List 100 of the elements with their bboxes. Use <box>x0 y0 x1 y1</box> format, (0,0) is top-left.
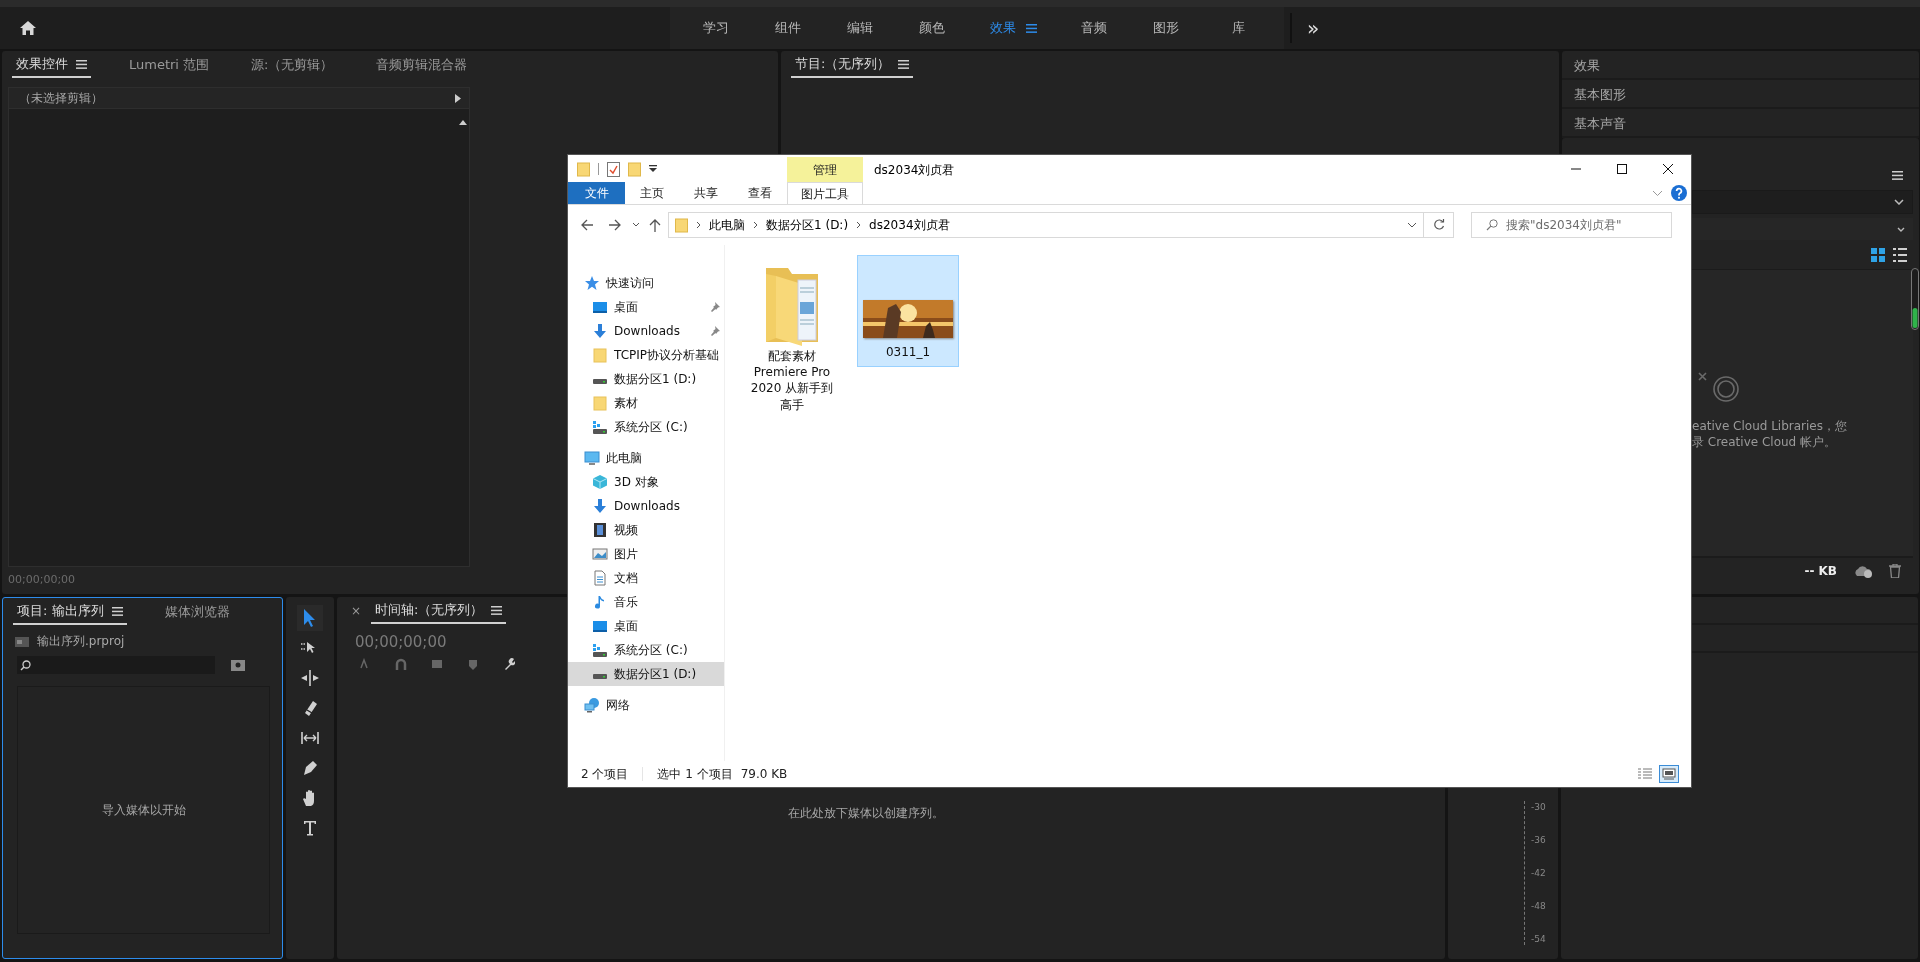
film-icon <box>592 522 608 538</box>
panel-tab[interactable]: 节目:（无序列） <box>791 52 914 78</box>
marker-icon[interactable] <box>467 657 479 671</box>
magnet-icon[interactable] <box>395 657 407 671</box>
play-arrow-icon[interactable] <box>455 93 461 103</box>
nav-item[interactable]: 此电脑 <box>568 446 724 470</box>
workspace-tab[interactable]: 音频 <box>1058 18 1130 38</box>
list-view-icon[interactable] <box>1893 247 1907 262</box>
context-tab-header[interactable]: 管理 <box>787 157 863 183</box>
workspace-tab[interactable]: 组件 <box>752 18 824 38</box>
drive-icon <box>593 674 607 679</box>
trash-icon[interactable] <box>1889 564 1901 578</box>
download-arrow-icon <box>592 498 608 514</box>
panel-tab[interactable]: 媒体浏览器 <box>160 600 234 624</box>
menu-icon[interactable] <box>898 59 910 69</box>
chevron-right-icon[interactable] <box>856 221 862 229</box>
timecode: 00;00;00;00 <box>7 572 77 588</box>
workspace-tab[interactable]: 图形 <box>1130 18 1202 38</box>
grid-view-icon[interactable] <box>1871 247 1885 262</box>
address-bar[interactable]: 此电脑 数据分区1 (D:) ds2034刘贞君 <box>668 212 1424 238</box>
nav-item[interactable]: Downloads <box>568 494 724 518</box>
search-field[interactable] <box>17 656 215 674</box>
panel-tab[interactable]: 音频剪辑混合器 <box>371 53 471 77</box>
forward-arrow-icon[interactable] <box>608 218 622 232</box>
dropdown-icon[interactable] <box>649 165 657 173</box>
back-arrow-icon[interactable] <box>580 218 594 232</box>
checklist-icon[interactable] <box>607 161 620 177</box>
ribbon-tab[interactable]: 主页 <box>625 182 679 204</box>
ribbon-tab[interactable]: 文件 <box>568 182 625 204</box>
chevron-down-icon[interactable] <box>1407 222 1417 228</box>
scroll-up-icon[interactable] <box>459 119 467 125</box>
menu-icon[interactable] <box>1892 170 1903 180</box>
chevron-right-icon[interactable] <box>696 221 701 229</box>
panel-tab[interactable]: 效果控件 <box>12 52 91 78</box>
chevron-down-icon[interactable] <box>1894 199 1904 205</box>
nav-item[interactable]: 桌面 <box>568 295 724 319</box>
workspace-tab[interactable]: 编辑 <box>824 18 896 38</box>
workspace-tab[interactable]: 库 <box>1202 18 1274 38</box>
nav-item[interactable]: 桌面 <box>568 614 724 638</box>
nav-item[interactable]: 音乐 <box>568 590 724 614</box>
nav-item[interactable]: 3D 对象 <box>568 470 724 494</box>
panel-tab[interactable]: 项目: 输出序列 <box>13 599 127 625</box>
menu-icon[interactable] <box>111 606 123 616</box>
message-text: eative Cloud Libraries，您 <box>1692 418 1847 435</box>
nav-item[interactable]: 视频 <box>568 518 724 542</box>
pin-icon[interactable] <box>711 302 720 312</box>
panel-header[interactable]: 效果 <box>1562 51 1919 80</box>
nav-item[interactable]: 文档 <box>568 566 724 590</box>
close-icon[interactable] <box>1663 164 1673 174</box>
cloud-icon[interactable] <box>1853 564 1873 578</box>
snap-icon[interactable] <box>359 657 371 671</box>
maximize-icon[interactable] <box>1617 164 1627 174</box>
nav-item[interactable]: 图片 <box>568 542 724 566</box>
overflow-button[interactable]: » <box>1290 13 1334 43</box>
nav-item[interactable]: 快速访问 <box>568 271 724 295</box>
folder-icon <box>675 217 688 233</box>
breadcrumb-item[interactable]: 此电脑 <box>709 216 745 234</box>
ribbon-tab[interactable]: 查看 <box>733 182 787 204</box>
panel-tab[interactable]: 源:（无剪辑） <box>247 53 338 77</box>
refresh-icon[interactable] <box>1432 219 1445 231</box>
star-icon <box>584 275 600 291</box>
home-icon[interactable] <box>19 20 37 36</box>
nav-item[interactable]: 网络 <box>568 693 724 717</box>
workspace-tab[interactable]: 效果 <box>968 18 1058 38</box>
ribbon-tab[interactable]: 共享 <box>679 182 733 204</box>
file-item[interactable]: 配套素材 Premiere Pro 2020 从新手到高手 <box>741 255 843 420</box>
menu-icon[interactable] <box>491 605 503 615</box>
nav-item[interactable]: 数据分区1 (D:) <box>568 367 724 391</box>
ribbon-tab[interactable]: 图片工具 <box>787 182 863 204</box>
breadcrumb-item[interactable]: 数据分区1 (D:) <box>766 216 849 234</box>
search-field[interactable]: 搜索"ds2034刘贞君" <box>1471 212 1672 238</box>
panel-tab[interactable]: 时间轴:（无序列） <box>371 598 507 624</box>
breadcrumb-item[interactable]: ds2034刘贞君 <box>869 216 950 234</box>
nav-item[interactable]: 系统分区 (C:) <box>568 415 724 439</box>
help-icon[interactable] <box>1671 185 1687 201</box>
panel-header[interactable]: 基本图形 <box>1562 80 1919 109</box>
meter-tick: -36 <box>1531 834 1546 846</box>
nav-item[interactable]: 素材 <box>568 391 724 415</box>
image-icon <box>592 546 608 562</box>
nav-item[interactable]: TCPIP协议分析基础 <box>568 343 724 367</box>
close-button[interactable]: × <box>347 600 366 622</box>
file-item[interactable]: 0311_1 <box>857 255 959 368</box>
workspace-tab[interactable]: 学习 <box>680 18 752 38</box>
nav-item[interactable]: 系统分区 (C:) <box>568 638 724 662</box>
pin-icon[interactable] <box>711 326 720 336</box>
menu-icon[interactable] <box>76 59 87 69</box>
empty-message: 导入媒体以开始 <box>101 802 186 819</box>
item-count: 2 个项目 <box>581 766 629 783</box>
find-bin-icon[interactable] <box>231 659 245 671</box>
wrench-icon[interactable] <box>503 657 515 671</box>
view-button[interactable] <box>1659 765 1679 783</box>
nav-item[interactable]: Downloads <box>568 319 724 343</box>
chevron-right-icon[interactable] <box>753 221 758 229</box>
workspace-tab[interactable]: 颜色 <box>896 18 968 38</box>
menu-icon[interactable] <box>1025 23 1037 33</box>
chevron-down-icon[interactable] <box>1897 226 1905 232</box>
nav-item[interactable]: 数据分区1 (D:) <box>568 662 724 686</box>
up-arrow-icon[interactable] <box>648 218 662 232</box>
desktop-icon <box>592 299 608 315</box>
panel-tab[interactable]: Lumetri 范围 <box>125 53 214 77</box>
